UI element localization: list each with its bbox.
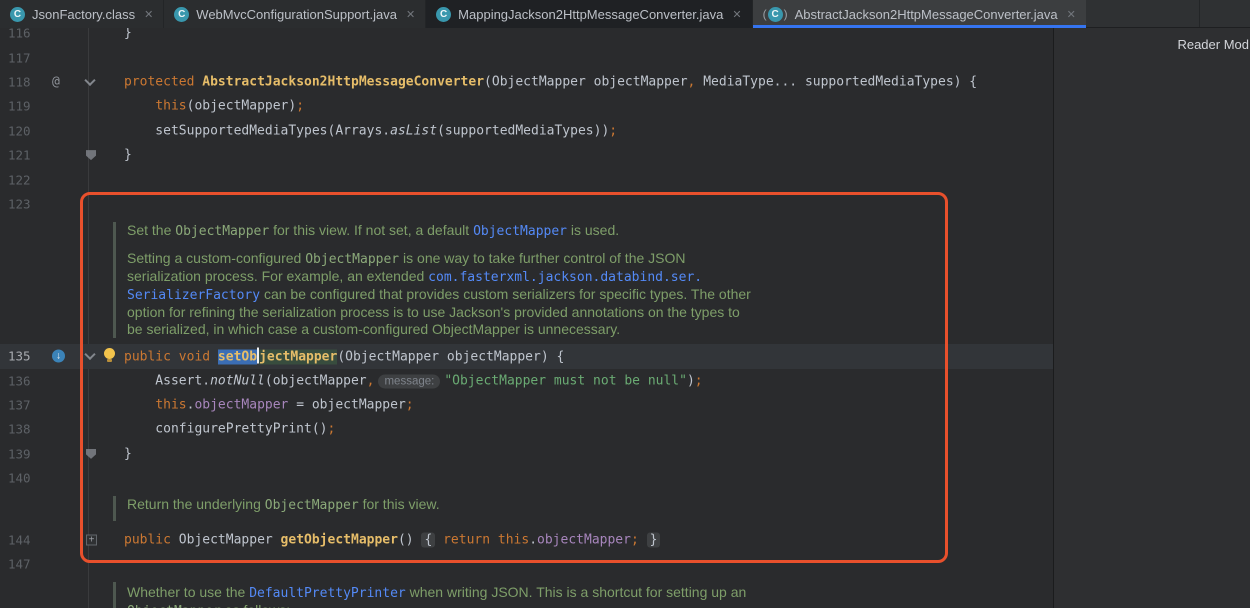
right-editor-panel: Reader Mod bbox=[1053, 28, 1250, 608]
line-number: 117 bbox=[8, 50, 31, 65]
editor-tab[interactable]: (C) AbstractJackson2HttpMessageConverter.… bbox=[753, 0, 1086, 28]
line-number: 121 bbox=[8, 148, 31, 163]
code-line[interactable]: 120 setSupportedMediaTypes(Arrays.asList… bbox=[0, 119, 1053, 143]
fold-close-icon[interactable] bbox=[86, 150, 96, 160]
code-token bbox=[124, 99, 155, 114]
annotation-gutter-icon[interactable]: @ bbox=[52, 74, 60, 89]
doc-token: when writing JSON. This is a shortcut fo… bbox=[406, 584, 747, 600]
line-number: 140 bbox=[8, 471, 31, 486]
line-number: 122 bbox=[8, 172, 31, 187]
code-token: ; bbox=[609, 123, 617, 138]
tab-label: MappingJackson2HttpMessageConverter.java bbox=[458, 7, 723, 22]
tab-label: WebMvcConfigurationSupport.java bbox=[196, 7, 397, 22]
code-line[interactable]: 122 bbox=[0, 167, 1053, 191]
tab-label: JsonFactory.class bbox=[32, 7, 135, 22]
code-text: protected AbstractJackson2HttpMessageCon… bbox=[124, 74, 977, 89]
code-token: MediaType... supportedMediaTypes) { bbox=[695, 74, 977, 89]
editor-tab[interactable]: C WebMvcConfigurationSupport.java ✕ bbox=[164, 0, 426, 28]
line-number: 136 bbox=[8, 373, 31, 388]
code-token: } bbox=[124, 28, 132, 41]
code-token: (objectMapper) bbox=[187, 99, 297, 114]
doc-token: ObjectMapper bbox=[127, 604, 221, 608]
tab-bar-separator bbox=[1199, 0, 1200, 27]
fold-open-icon[interactable] bbox=[84, 75, 95, 86]
close-icon[interactable]: ✕ bbox=[732, 8, 741, 21]
code-text: } bbox=[124, 148, 132, 163]
code-text: setSupportedMediaTypes(Arrays.asList(sup… bbox=[124, 123, 617, 138]
line-number: 116 bbox=[8, 28, 31, 41]
code-token: ; bbox=[296, 99, 304, 114]
code-token: AbstractJackson2HttpMessageConverter bbox=[202, 74, 484, 89]
doc-paragraph: Whether to use the DefaultPrettyPrinter … bbox=[127, 584, 1053, 608]
line-number: 118 bbox=[8, 74, 31, 89]
editor-tab[interactable]: C JsonFactory.class ✕ bbox=[0, 0, 164, 28]
line-number: 137 bbox=[8, 398, 31, 413]
code-token: } bbox=[124, 148, 132, 163]
tab-bar-spacer bbox=[1086, 0, 1250, 27]
line-number: 139 bbox=[8, 446, 31, 461]
doc-token: as follows: bbox=[221, 602, 290, 608]
doc-content: Whether to use the DefaultPrettyPrinter … bbox=[127, 576, 1053, 608]
code-line[interactable]: 118 @ protected AbstractJackson2HttpMessag… bbox=[0, 70, 1053, 94]
doc-line: ObjectMapper as follows: bbox=[127, 602, 1053, 608]
reader-mode-toggle[interactable]: Reader Mod bbox=[1177, 37, 1249, 52]
java-class-icon: C bbox=[10, 7, 25, 22]
line-number: 135 bbox=[8, 349, 31, 364]
close-icon[interactable]: ✕ bbox=[406, 8, 415, 21]
code-line[interactable]: 116} bbox=[0, 28, 1053, 45]
editor-tab-bar: C JsonFactory.class ✕ C WebMvcConfigurationS… bbox=[0, 0, 1250, 28]
editor-tab[interactable]: C MappingJackson2HttpMessageConverter.jav… bbox=[426, 0, 752, 28]
code-line[interactable]: 121} bbox=[0, 143, 1053, 167]
tab-label: AbstractJackson2HttpMessageConverter.jav… bbox=[795, 7, 1058, 22]
annotation-highlight-box bbox=[80, 192, 948, 563]
ide-window: C JsonFactory.class ✕ C WebMvcConfigurationS… bbox=[0, 0, 1250, 608]
doc-line: Whether to use the DefaultPrettyPrinter … bbox=[127, 584, 1053, 602]
code-text: } bbox=[124, 28, 132, 41]
line-number: 123 bbox=[8, 196, 31, 211]
code-token: (ObjectMapper objectMapper bbox=[484, 74, 688, 89]
code-editor[interactable]: 116} 117 118 @ protected AbstractJackson2Htt… bbox=[0, 28, 1053, 608]
java-library-class-icon: (C) bbox=[763, 7, 788, 22]
code-token: protected bbox=[124, 74, 202, 89]
java-class-icon: C bbox=[174, 7, 189, 22]
code-text: this(objectMapper); bbox=[124, 99, 304, 114]
java-class-icon: C bbox=[436, 7, 451, 22]
code-token: asList bbox=[390, 123, 437, 138]
close-icon[interactable]: ✕ bbox=[1067, 8, 1076, 21]
line-number: 147 bbox=[8, 557, 31, 572]
rendered-javadoc: Whether to use the DefaultPrettyPrinter … bbox=[0, 576, 1053, 608]
code-token: (supportedMediaTypes)) bbox=[437, 123, 609, 138]
code-token: this bbox=[155, 99, 186, 114]
doc-token: Whether to use the bbox=[127, 584, 249, 600]
line-number: 144 bbox=[8, 532, 31, 547]
code-token: setSupportedMediaTypes(Arrays. bbox=[124, 123, 390, 138]
close-icon[interactable]: ✕ bbox=[144, 8, 153, 21]
overridden-method-icon[interactable]: ↓ bbox=[52, 350, 65, 363]
line-number: 119 bbox=[8, 99, 31, 114]
line-number: 120 bbox=[8, 123, 31, 138]
doc-left-bar bbox=[113, 582, 116, 608]
doc-token[interactable]: DefaultPrettyPrinter bbox=[249, 586, 406, 601]
line-number: 138 bbox=[8, 422, 31, 437]
code-line[interactable]: 119 this(objectMapper); bbox=[0, 94, 1053, 118]
code-line[interactable]: 117 bbox=[0, 45, 1053, 69]
